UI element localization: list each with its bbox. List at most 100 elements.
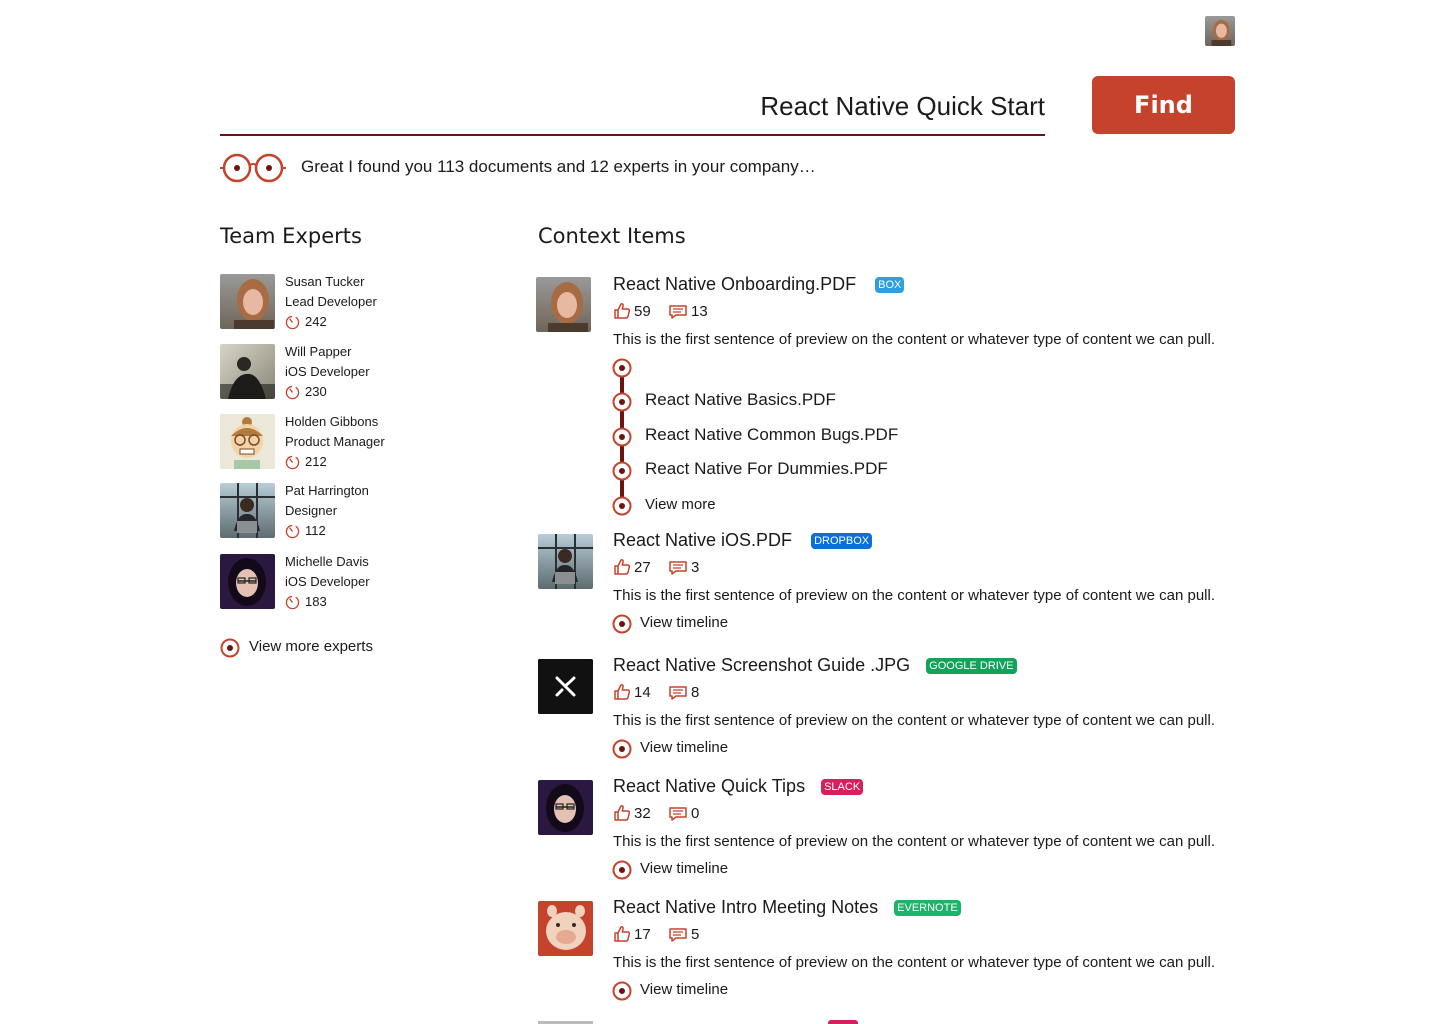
timeline-view-more[interactable]: View more	[612, 496, 812, 516]
timeline-entry-title[interactable]: React Native For Dummies.PDF	[645, 459, 888, 479]
timeline-dot-icon	[612, 496, 632, 516]
item-title[interactable]: React Native Screenshot Guide .JPG GOOGL…	[613, 655, 1017, 676]
item-thumbnail	[538, 659, 593, 714]
expert-role: iOS Developer	[285, 574, 370, 589]
likes-count: 17	[634, 926, 651, 943]
comment-icon[interactable]	[668, 560, 688, 576]
comments-count: 5	[691, 926, 700, 943]
item-title-text[interactable]: React Native iOS.PDF	[613, 530, 792, 550]
item-preview: This is the first sentence of preview on…	[613, 833, 1215, 850]
timeline-entry-title[interactable]: React Native Common Bugs.PDF	[645, 425, 898, 445]
thumbs-up-icon[interactable]	[613, 558, 631, 576]
user-avatar[interactable]	[1205, 16, 1235, 46]
search-input[interactable]	[220, 80, 1045, 132]
timeline-entry-title[interactable]: React Native Basics.PDF	[645, 390, 836, 410]
result-summary: Great I found you 113 documents and 12 e…	[301, 157, 816, 176]
timeline-dot-icon	[612, 392, 632, 412]
expert-name: Pat Harrington	[285, 483, 369, 498]
expert-count: 242	[305, 314, 327, 329]
comments-count: 3	[691, 559, 700, 576]
expert-name: Will Papper	[285, 344, 352, 359]
item-preview: This is the first sentence of preview on…	[613, 712, 1215, 729]
expert-name: Holden Gibbons	[285, 414, 379, 429]
item-preview: This is the first sentence of preview on…	[613, 331, 1215, 348]
view-timeline-label[interactable]: View timeline	[640, 981, 728, 998]
view-timeline-label[interactable]: View timeline	[640, 860, 728, 877]
comment-icon[interactable]	[668, 806, 688, 822]
timeline-dot-icon	[220, 638, 240, 658]
expert-name: Michelle Davis	[285, 554, 369, 569]
clock-icon	[285, 385, 300, 400]
thumbs-up-icon[interactable]	[613, 302, 631, 320]
timeline-entry[interactable]: React Native For Dummies.PDF	[612, 459, 912, 481]
item-title[interactable]: React Native Quick Tips SLACK	[613, 776, 864, 797]
find-button[interactable]: Find	[1092, 76, 1235, 134]
item-title-text[interactable]: React Native Screenshot Guide .JPG	[613, 655, 910, 675]
item-title[interactable]: React Native Onboarding.PDF BOX	[613, 274, 905, 295]
clock-icon	[285, 595, 300, 610]
source-badge-partial	[828, 1020, 858, 1024]
item-title[interactable]: React Native iOS.PDF DROPBOX	[613, 530, 873, 551]
timeline-node[interactable]	[612, 358, 632, 378]
view-timeline-link[interactable]: View timeline	[612, 981, 812, 1003]
comments-count: 13	[691, 303, 708, 320]
comments-count: 0	[691, 805, 700, 822]
item-stats: 59 13	[613, 302, 733, 322]
item-title-text[interactable]: React Native Onboarding.PDF	[613, 274, 856, 294]
item-thumbnail	[538, 901, 593, 956]
timeline-dot-icon	[612, 427, 632, 447]
timeline-dot-icon	[612, 614, 632, 634]
item-title[interactable]: React Native Intro Meeting Notes EVERNOT…	[613, 897, 961, 918]
expert-count: 212	[305, 454, 327, 469]
expert-avatar	[220, 344, 275, 399]
expert-card[interactable]: Susan Tucker Lead Developer 242	[220, 274, 480, 330]
expert-role: Lead Developer	[285, 294, 377, 309]
source-badge: DROPBOX	[811, 533, 873, 550]
clock-icon	[285, 315, 300, 330]
comment-icon[interactable]	[668, 304, 688, 320]
item-stats: 17 5	[613, 925, 733, 945]
item-stats: 32 0	[613, 804, 733, 824]
thumbs-up-icon[interactable]	[613, 683, 631, 701]
timeline-view-more-label[interactable]: View more	[645, 496, 716, 513]
team-experts-heading: Team Experts	[220, 224, 362, 248]
view-more-experts-link[interactable]: View more experts	[220, 638, 420, 658]
expert-count: 112	[305, 523, 326, 538]
timeline-dot-icon	[612, 358, 632, 378]
expert-role: Designer	[285, 503, 338, 518]
context-items-heading: Context Items	[538, 224, 686, 248]
expert-name: Susan Tucker	[285, 274, 365, 289]
timeline-dot-icon	[612, 981, 632, 1001]
view-timeline-label[interactable]: View timeline	[640, 614, 728, 631]
view-timeline-link[interactable]: View timeline	[612, 614, 812, 636]
item-title-text[interactable]: React Native Quick Tips	[613, 776, 805, 796]
source-badge: EVERNOTE	[894, 900, 961, 917]
expert-card[interactable]: Will Papper iOS Developer 230	[220, 344, 480, 400]
timeline-dot-icon	[612, 860, 632, 880]
likes-count: 32	[634, 805, 651, 822]
clock-icon	[285, 524, 300, 539]
comment-icon[interactable]	[668, 927, 688, 943]
item-thumbnail	[536, 277, 591, 332]
thumbs-up-icon[interactable]	[613, 925, 631, 943]
expert-card[interactable]: Pat Harrington Designer 112	[220, 483, 480, 539]
comment-icon[interactable]	[668, 685, 688, 701]
item-title-text[interactable]: React Native Intro Meeting Notes	[613, 897, 878, 917]
timeline-dot-icon	[612, 461, 632, 481]
item-thumbnail	[538, 780, 593, 835]
comments-count: 8	[691, 684, 700, 701]
expert-avatar	[220, 554, 275, 609]
expert-card[interactable]: Michelle Davis iOS Developer 183	[220, 554, 480, 610]
item-stats: 14 8	[613, 683, 733, 703]
item-preview: This is the first sentence of preview on…	[613, 954, 1215, 971]
view-timeline-label[interactable]: View timeline	[640, 739, 728, 756]
timeline-entry[interactable]: React Native Common Bugs.PDF	[612, 425, 912, 447]
expert-card[interactable]: Holden Gibbons Product Manager 212	[220, 414, 480, 470]
glasses-icon	[220, 153, 286, 183]
thumbs-up-icon[interactable]	[613, 804, 631, 822]
view-timeline-link[interactable]: View timeline	[612, 860, 812, 882]
item-thumbnail	[538, 534, 593, 589]
timeline-entry[interactable]: React Native Basics.PDF	[612, 390, 912, 412]
view-timeline-link[interactable]: View timeline	[612, 739, 812, 761]
item-preview: This is the first sentence of preview on…	[613, 587, 1215, 604]
